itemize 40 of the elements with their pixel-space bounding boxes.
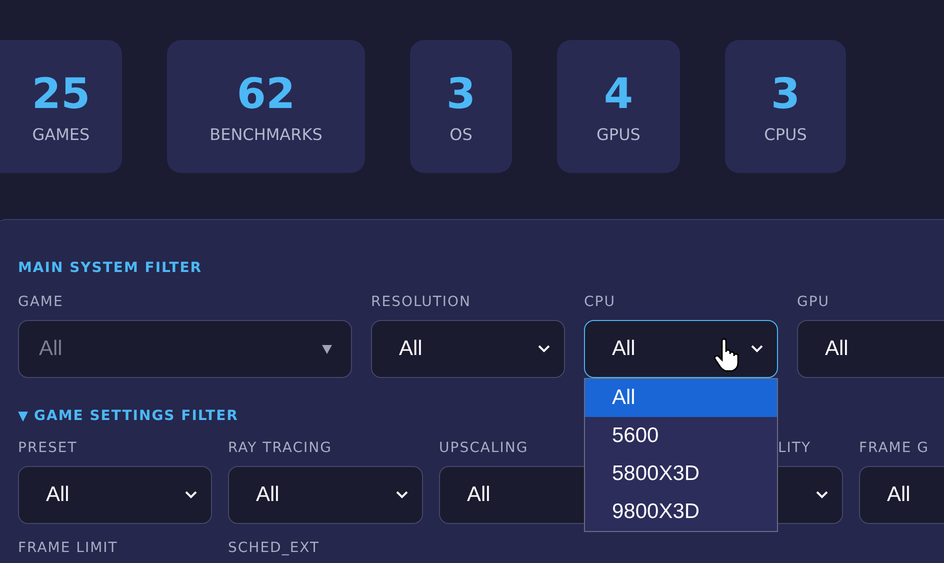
hand-cursor-icon (714, 338, 740, 372)
stat-label: GPUS (596, 125, 640, 144)
dropdown-triangle-icon (322, 345, 332, 354)
field-label: LITY (777, 440, 812, 458)
stat-label: BENCHMARKS (210, 125, 322, 144)
stat-label: CPUS (764, 125, 807, 144)
chevron-down-icon (751, 345, 763, 353)
stat-value: 3 (446, 69, 476, 119)
select-dropdown[interactable]: All (859, 466, 944, 524)
select-dropdown[interactable]: All (18, 466, 212, 524)
chevron-down-icon (816, 491, 828, 499)
stat-value: 25 (32, 69, 90, 119)
select-dropdown[interactable]: All (797, 320, 944, 378)
chevron-down-icon (538, 345, 550, 353)
section-title[interactable]: GAME SETTINGS FILTER (34, 408, 238, 424)
dropdown-option[interactable]: 5600 (585, 417, 777, 455)
chevron-down-icon (185, 491, 197, 499)
stat-label: GAMES (32, 125, 90, 144)
field-label: SCHED_EXT (228, 540, 321, 558)
field-label: RAY TRACING (228, 440, 333, 458)
stat-value: 62 (236, 69, 296, 119)
dropdown-option[interactable]: All (585, 379, 777, 417)
stat-value: 3 (770, 69, 800, 119)
game-input-field[interactable]: All (18, 320, 352, 378)
field-label: CPU (584, 294, 616, 312)
select-dropdown[interactable]: All (584, 320, 778, 378)
field-label: FRAME G (859, 440, 930, 458)
toggle-arrow[interactable]: ▼ (18, 408, 28, 424)
chevron-down-icon (396, 491, 408, 499)
field-label: FRAME LIMIT (18, 540, 119, 558)
stat-value: 4 (604, 69, 634, 119)
field-label: GAME (18, 294, 64, 312)
stat-label: OS (450, 125, 472, 144)
select-dropdown[interactable]: All (228, 466, 423, 524)
section-title: MAIN SYSTEM FILTER (18, 260, 204, 276)
field-label: RESOLUTION (371, 294, 472, 312)
select-dropdown[interactable]: All (371, 320, 565, 378)
field-label: UPSCALING (439, 440, 530, 458)
field-label: PRESET (18, 440, 78, 458)
field-label: GPU (797, 294, 831, 312)
